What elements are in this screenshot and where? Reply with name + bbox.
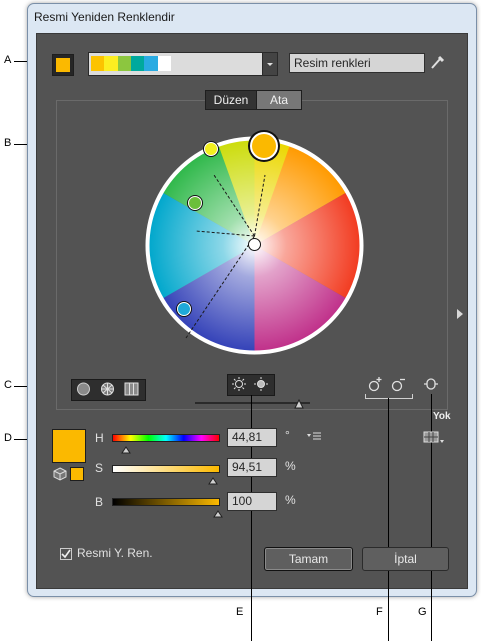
s-label: S bbox=[95, 461, 104, 475]
callout-e: E bbox=[236, 606, 244, 618]
brightness-icon[interactable] bbox=[229, 376, 249, 392]
palette-swatch bbox=[157, 56, 171, 71]
palette-swatch bbox=[117, 56, 131, 71]
color-handle[interactable] bbox=[204, 142, 218, 156]
menu-icon[interactable] bbox=[306, 429, 322, 443]
s-slider[interactable] bbox=[112, 465, 220, 473]
h-label: H bbox=[95, 431, 104, 445]
active-color-box[interactable] bbox=[52, 54, 74, 76]
window-title: Resmi Yeniden Renklendir bbox=[34, 10, 175, 24]
palette-swatch bbox=[91, 56, 105, 71]
gamut-swatch[interactable] bbox=[70, 467, 84, 481]
eyedropper-icon[interactable] bbox=[429, 53, 445, 71]
wheel-center-handle[interactable] bbox=[248, 238, 261, 251]
palette-swatch bbox=[104, 56, 118, 71]
recolor-checkbox-label[interactable]: Resmi Y. Ren. bbox=[77, 546, 153, 560]
palette-swatch bbox=[144, 56, 158, 71]
limit-label: Yok bbox=[433, 411, 451, 422]
cancel-button[interactable]: İptal bbox=[362, 547, 449, 571]
remove-color-icon[interactable] bbox=[389, 375, 409, 393]
current-color-swatch[interactable] bbox=[52, 429, 86, 463]
tab-edit[interactable]: Düzen bbox=[205, 90, 257, 110]
dropdown-arrow-button[interactable] bbox=[262, 52, 278, 76]
brightness-slider-track[interactable] bbox=[195, 402, 310, 404]
color-handle[interactable] bbox=[188, 196, 202, 210]
b-slider-thumb[interactable] bbox=[213, 505, 223, 518]
h-unit: ° bbox=[285, 428, 290, 442]
chevron-down-icon bbox=[267, 63, 273, 66]
callout-g: G bbox=[418, 606, 427, 618]
saturation-icon[interactable] bbox=[251, 376, 271, 392]
color-group-dropdown[interactable] bbox=[88, 52, 264, 76]
callout-a: A bbox=[4, 54, 12, 66]
smooth-wheel-icon[interactable] bbox=[73, 381, 94, 397]
color-handle[interactable] bbox=[177, 302, 191, 316]
callout-c: C bbox=[4, 379, 12, 391]
b-label: B bbox=[95, 495, 104, 509]
palette-strip bbox=[91, 56, 171, 71]
h-value-field[interactable]: 44,81 bbox=[227, 428, 277, 447]
link-harmony-icon[interactable] bbox=[421, 375, 441, 393]
dialog-client: Resim renkleri Düzen Ata H 44,81 ° S 94,… bbox=[36, 33, 468, 641]
callout-f: F bbox=[376, 606, 383, 618]
b-unit: % bbox=[285, 493, 296, 507]
add-color-icon[interactable] bbox=[366, 375, 386, 393]
recolor-checkbox[interactable] bbox=[60, 547, 72, 560]
limit-swatch-grid-icon[interactable] bbox=[423, 430, 445, 446]
b-slider[interactable] bbox=[112, 498, 220, 506]
color-group-name-field[interactable]: Resim renkleri bbox=[289, 53, 425, 73]
palette-swatch bbox=[130, 56, 145, 71]
add-remove-bracket bbox=[365, 394, 413, 399]
color-bars-icon[interactable] bbox=[121, 381, 142, 397]
ok-button[interactable]: Tamam bbox=[264, 547, 353, 571]
base-color-handle[interactable] bbox=[250, 132, 278, 160]
s-value-field[interactable]: 94,51 bbox=[227, 458, 277, 477]
tab-assign[interactable]: Ata bbox=[256, 90, 302, 110]
b-value-field[interactable]: 100 bbox=[227, 492, 277, 511]
chevron-right-icon[interactable] bbox=[455, 307, 465, 319]
active-color-swatch bbox=[56, 58, 70, 72]
cube-icon[interactable] bbox=[53, 467, 67, 481]
callout-line-f bbox=[388, 398, 389, 641]
s-unit: % bbox=[285, 459, 296, 473]
callout-d: D bbox=[4, 432, 12, 444]
h-slider-thumb[interactable] bbox=[121, 441, 131, 454]
segmented-wheel-icon[interactable] bbox=[97, 381, 118, 397]
callout-b: B bbox=[4, 137, 12, 149]
recolor-dialog: Resmi Yeniden Renklendir Resim renkleri bbox=[27, 3, 477, 641]
brightness-slider-thumb[interactable] bbox=[294, 396, 304, 409]
s-slider-thumb[interactable] bbox=[208, 472, 218, 485]
